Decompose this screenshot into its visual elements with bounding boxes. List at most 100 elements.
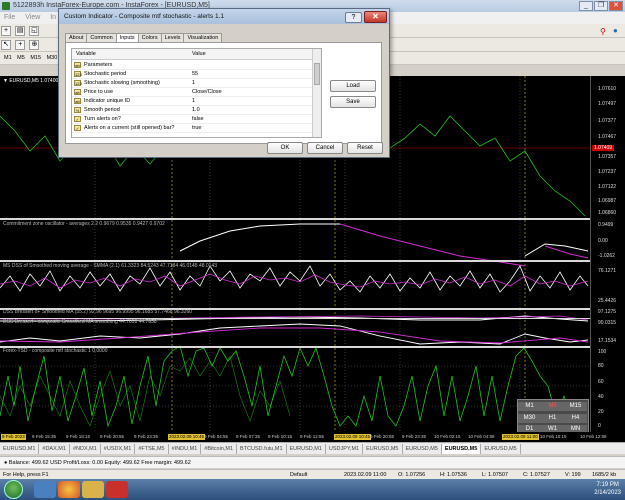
tf-h1[interactable]: H1 [541,413,564,423]
chart-tab[interactable]: EURUSD,M1 [287,444,326,454]
price-label: 1.07357 [598,154,617,160]
table-row[interactable]: 123 Stochastic slowing (smoothing) 1 [72,79,312,88]
chart-tab[interactable]: EURUSD,M1 [0,444,40,454]
chart-tab[interactable]: #FTSE,M5 [135,444,169,454]
close-dialog-button[interactable]: ✕ [364,11,387,23]
time-label: 2023.02.09 11:00 [502,434,539,440]
search-icon[interactable]: ⚲ [600,27,606,36]
app-icon [2,2,10,10]
param-icon: ½ [74,107,81,113]
time-label: 9 Feb 04:55 [204,434,229,439]
reset-button[interactable]: Reset [347,142,383,154]
clock-time: 7:19 PM [596,482,619,488]
ind2-scale: 76.1271 [598,268,617,274]
market-watch-icon[interactable]: ◱ [29,26,40,36]
cursor-icon[interactable]: ↖ [1,40,11,50]
period-m1[interactable]: M1 [4,55,12,61]
inputs-panel: Variable Value ab Parameters 123 Stochasti… [65,42,382,144]
custom-indicator-dialog: Custom Indicator - Composite mtf stochas… [58,8,390,158]
dialog-title: Custom Indicator - Composite mtf stochas… [59,9,389,24]
menu-view[interactable]: View [25,14,40,21]
time-label: 9 Feb 12:55 [300,434,325,439]
time-label: 10 Feb 10:15 [540,434,567,439]
tf-m1[interactable]: M1 [518,402,541,411]
tf-m30[interactable]: M30 [518,413,541,423]
chart-tab-active[interactable]: EURUSD,M5 [441,444,482,454]
tf-m15[interactable]: M15 [564,402,587,411]
crosshair-icon[interactable]: + [15,40,26,50]
maximize-button[interactable]: ❐ [594,1,608,11]
chart-tab[interactable]: EURUSD,M5 [481,444,521,454]
scrollbar-thumb[interactable] [314,63,320,85]
pane-separator[interactable] [0,218,590,220]
time-label: 9 Feb 20:55 [100,434,125,439]
new-chart-icon[interactable]: + [1,26,11,36]
pane-separator[interactable] [0,260,590,262]
chart-tab[interactable]: #INDU,M1 [169,444,202,454]
save-button[interactable]: Save [330,96,376,108]
ind5-title: Forex-TSD - composite mtf stochastic 1 0… [3,348,108,354]
param-icon: 123 [74,71,82,77]
period-m15[interactable]: M15 [30,55,41,61]
current-price-tag: 1.07409 [592,145,615,151]
column-variable: Variable [76,51,96,57]
menu-insert[interactable]: In [50,14,56,21]
price-scale[interactable]: 1.07610 1.07497 1.07377 1.07467 1.07409 … [590,76,625,432]
close-window-button[interactable]: ✕ [609,1,623,11]
table-row[interactable]: ab Price to use Close/Close [72,88,312,97]
table-row[interactable]: ab Indicator unique ID 1 [72,97,312,106]
chart-tab[interactable]: #Bitcoin,M1 [201,444,238,454]
time-scale[interactable]: 9 Feb 2023 9 Feb 15:35 9 Feb 18:15 9 Feb… [0,432,625,442]
table-row[interactable]: ab Parameters [72,61,312,70]
param-icon: 123 [74,80,82,86]
param-icon: ab [74,89,81,95]
menu-file[interactable]: File [4,14,15,21]
ok-button[interactable]: OK [267,142,303,154]
time-label: 9 Feb 23:35 [134,434,159,439]
chart-tab[interactable]: EURUSD,M5 [403,444,442,454]
minimize-button[interactable]: _ [579,1,593,11]
table-row[interactable]: 123 Stochastic period 55 [72,70,312,79]
time-label: 9 Feb 2023 [1,434,26,440]
start-button[interactable] [4,480,23,499]
price-label: 1.07237 [598,169,617,175]
chart-tab[interactable]: #USDX,M1 [101,444,136,454]
chart-tab[interactable]: BTCUSD.futu,M1 [237,444,287,454]
period-m30[interactable]: M30 [47,55,58,61]
browser-taskbar-icon[interactable] [58,481,80,498]
table-row[interactable]: ½ Smooth period 1.0 [72,106,312,115]
tf-m5[interactable]: M5 [541,402,564,411]
terminal-taskbar-icon[interactable] [106,481,128,498]
time-label: 10 Feb 04:55 [468,434,495,439]
chart-tab[interactable]: #DAX,M1 [39,444,70,454]
ind2-scale: 25.4426 [598,298,617,304]
zoom-icon[interactable]: ⊕ [29,40,40,50]
clock-date: 2/14/2023 [594,490,621,496]
tf-h4[interactable]: H4 [564,413,587,423]
explorer-taskbar-icon[interactable] [34,481,56,498]
time-label: 9 Feb 18:15 [66,434,91,439]
load-button[interactable]: Load [330,80,376,92]
ind1-scale: 0.00 [598,238,608,244]
price-label: 1.06860 [598,210,617,216]
help-button[interactable]: ? [345,12,362,23]
chart-tab[interactable]: EURUSD,M5 [363,444,403,454]
period-m5[interactable]: M5 [17,55,25,61]
ind5-scale: 80 [598,363,604,369]
price-label: 1.06987 [598,198,617,204]
chart-tab[interactable]: USDJPY,M1 [326,444,364,454]
ind3-scale: 97.1275 [598,309,617,315]
ind5-scale: 20 [598,409,604,415]
table-row[interactable]: ✓ Alerts on a current (still opened) bar?… [72,124,312,133]
account-balance: ● Balance: 499.62 USD Profit/Loss: 0.00 … [0,456,625,468]
ind5-scale: 0 [598,423,601,429]
folder-taskbar-icon[interactable] [82,481,104,498]
cancel-button[interactable]: Cancel [307,142,343,154]
table-scrollbar[interactable] [312,49,321,137]
table-row[interactable]: ✓ Turn alerts on? false [72,115,312,124]
price-label: 1.07497 [598,101,617,107]
community-icon[interactable]: ● [613,26,618,35]
profiles-icon[interactable]: ▤ [15,26,26,36]
system-clock[interactable]: 7:19 PM 2/14/2023 [594,481,621,497]
chart-tab[interactable]: #NDX,M1 [70,444,101,454]
